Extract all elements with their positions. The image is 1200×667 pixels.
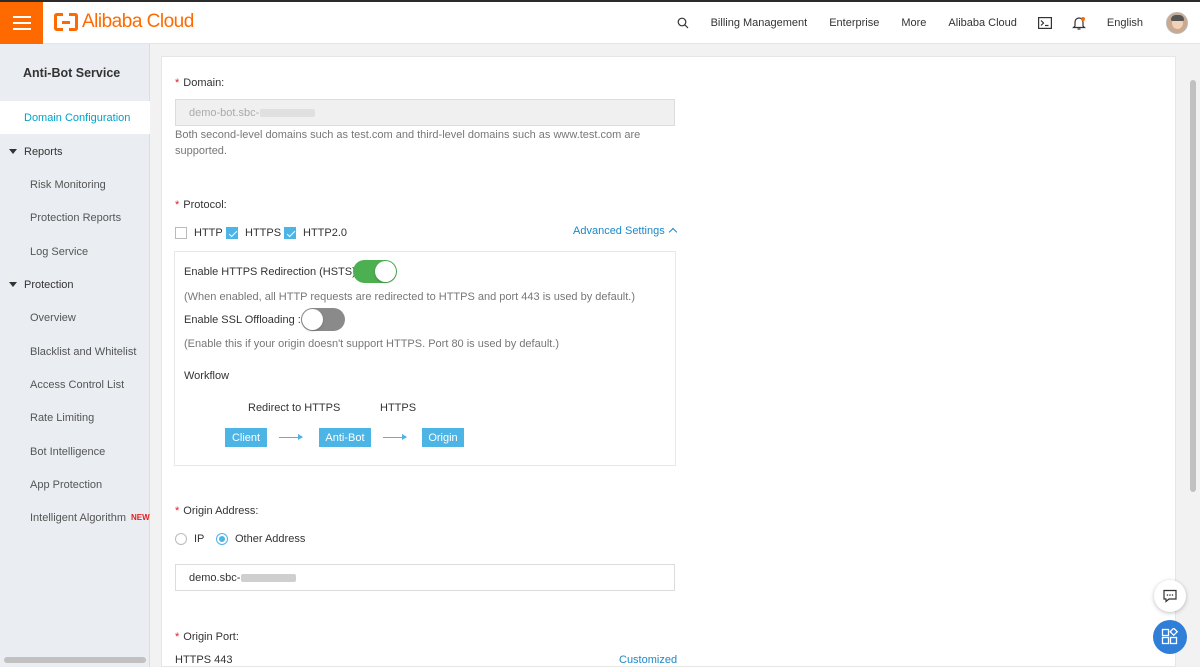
customized-link[interactable]: Customized [619, 654, 677, 666]
bell-icon[interactable] [1062, 16, 1096, 30]
advanced-settings-panel: Enable HTTPS Redirection (HSTS): (When e… [174, 251, 676, 466]
chat-icon [1163, 589, 1177, 603]
protocol-label: * Protocol: [175, 199, 227, 211]
arrow-right-icon [383, 434, 407, 440]
sidebar-scrollbar[interactable] [4, 657, 146, 663]
workflow-step-redirect-label: Redirect to HTTPS [248, 402, 341, 414]
redacted-text [241, 573, 297, 582]
sidebar-item-blacklist-whitelist[interactable]: Blacklist and Whitelist [0, 335, 150, 368]
radio-icon [175, 533, 187, 545]
ssl-offloading-toggle[interactable] [301, 308, 345, 331]
ssl-offloading-label: Enable SSL Offloading : [184, 314, 301, 326]
protocol-http-checkbox[interactable]: HTTP [175, 227, 223, 239]
origin-address-label: * Origin Address: [175, 505, 259, 517]
sidebar-group-label: Reports [24, 145, 63, 158]
nav-enterprise[interactable]: Enterprise [818, 17, 890, 29]
origin-other-address-radio[interactable]: Other Address [216, 533, 305, 545]
sidebar-item-intelligent-algorithm[interactable]: Intelligent Algorithm NEW [0, 501, 150, 534]
page-scrollbar[interactable] [1190, 80, 1196, 492]
chat-button[interactable] [1154, 580, 1186, 612]
caret-down-icon [9, 149, 17, 154]
sidebar-group-protection[interactable]: Protection [0, 268, 150, 301]
sidebar-item-bot-intelligence[interactable]: Bot Intelligence [0, 435, 150, 468]
main-form: * Domain: demo-bot.sbc- Both second-level… [161, 56, 1176, 667]
sidebar-group-reports[interactable]: Reports [0, 135, 150, 168]
sidebar-item-protection-reports[interactable]: Protection Reports [0, 201, 150, 234]
domain-label: * Domain: [175, 77, 225, 89]
chevron-up-icon [668, 227, 677, 237]
sidebar-item-log-service[interactable]: Log Service [0, 235, 150, 268]
language-selector[interactable]: English [1096, 17, 1154, 29]
nav-alibaba-cloud[interactable]: Alibaba Cloud [937, 17, 1028, 29]
workflow-label: Workflow [184, 370, 230, 382]
search-icon[interactable] [666, 17, 700, 29]
workflow-node-client: Client [225, 428, 267, 447]
checkbox-checked-icon [226, 227, 238, 239]
sidebar-item-risk-monitoring[interactable]: Risk Monitoring [0, 168, 150, 201]
advanced-settings-link[interactable]: Advanced Settings [573, 225, 677, 237]
sidebar-item-access-control-list[interactable]: Access Control List [0, 368, 150, 401]
origin-port-value: HTTPS 443 [175, 654, 233, 666]
apps-icon [1161, 628, 1179, 645]
hsts-toggle[interactable] [353, 260, 397, 283]
sidebar-item-overview[interactable]: Overview [0, 301, 150, 334]
arrow-right-icon [279, 434, 303, 440]
radio-selected-icon [216, 533, 228, 545]
sidebar-group-label: Protection [24, 278, 74, 291]
workflow-step-https-label: HTTPS [380, 402, 417, 414]
new-badge: NEW [131, 513, 150, 522]
checkbox-icon [175, 227, 187, 239]
alibaba-cloud-logo[interactable]: Alibaba Cloud [54, 11, 194, 33]
origin-ip-radio[interactable]: IP [175, 533, 204, 545]
sidebar: Anti-Bot Service Domain Configuration Re… [0, 44, 150, 667]
nav-more[interactable]: More [890, 17, 937, 29]
domain-hint: Both second-level domains such as test.c… [175, 129, 641, 157]
ssl-offloading-hint: (Enable this if your origin doesn't supp… [184, 338, 560, 350]
origin-address-input[interactable]: demo.sbc- [175, 564, 675, 591]
workflow-node-origin: Origin [422, 428, 464, 447]
logo-mark-icon [54, 13, 78, 31]
avatar[interactable] [1166, 12, 1188, 34]
logo-text: Alibaba Cloud [82, 11, 194, 32]
origin-port-label: * Origin Port: [175, 631, 239, 643]
protocol-https-checkbox[interactable]: HTTPS [226, 227, 281, 239]
terminal-icon[interactable] [1028, 17, 1062, 29]
sidebar-item-app-protection[interactable]: App Protection [0, 468, 150, 501]
top-nav: Billing Management Enterprise More Aliba… [666, 2, 1200, 44]
nav-billing-management[interactable]: Billing Management [700, 17, 819, 29]
sidebar-item-label: Intelligent Algorithm [30, 511, 126, 524]
sidebar-title: Anti-Bot Service [23, 66, 121, 80]
hsts-label: Enable HTTPS Redirection (HSTS): [184, 266, 359, 278]
sidebar-item-rate-limiting[interactable]: Rate Limiting [0, 401, 150, 434]
apps-button[interactable] [1153, 620, 1187, 654]
hsts-hint: (When enabled, all HTTP requests are red… [184, 291, 636, 303]
checkbox-checked-icon [284, 227, 296, 239]
redacted-text [260, 108, 316, 117]
menu-icon[interactable] [0, 2, 43, 44]
domain-input: demo-bot.sbc- [175, 99, 675, 126]
workflow-node-anti-bot: Anti-Bot [319, 428, 371, 447]
top-bar: Alibaba Cloud Billing Management Enterpr… [0, 0, 1200, 44]
caret-down-icon [9, 282, 17, 287]
protocol-http2-checkbox[interactable]: HTTP2.0 [284, 227, 347, 239]
sidebar-item-domain-configuration[interactable]: Domain Configuration [0, 101, 150, 134]
